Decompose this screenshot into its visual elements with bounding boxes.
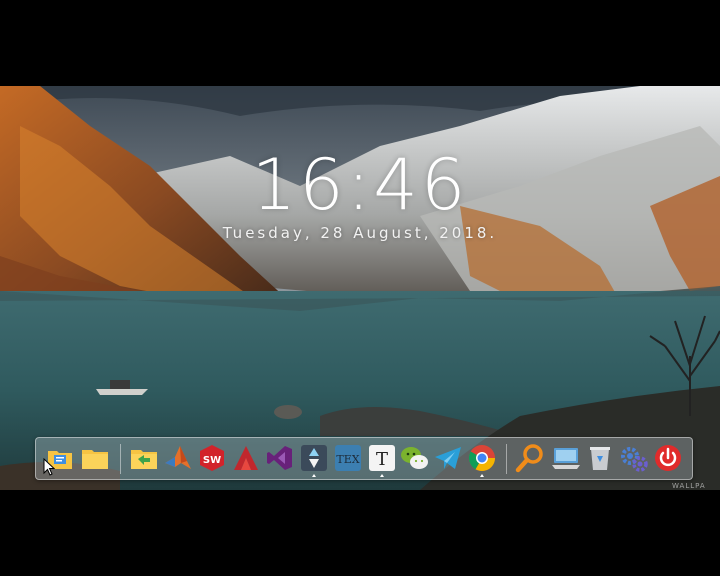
folder-icon[interactable] [79,442,111,474]
visual-studio-icon[interactable] [264,442,296,474]
wallpaper-watermark: WALLPA [672,482,706,490]
chrome-icon[interactable] [466,442,498,477]
computer-icon[interactable] [550,442,582,474]
typora-icon[interactable] [298,442,330,477]
clock-time: 16:46 [251,144,469,226]
text-editor-icon[interactable]: T [366,442,398,477]
search-icon[interactable] [514,442,546,474]
solidworks-icon[interactable]: SW [196,442,228,474]
running-indicator [312,474,316,477]
recycle-bin-icon[interactable] [584,442,616,474]
mouse-cursor [43,458,55,476]
autocad-icon[interactable] [230,442,262,474]
settings-gears-icon[interactable] [618,442,650,474]
dock-separator [506,444,507,474]
wechat-icon[interactable] [398,442,430,474]
tex-icon[interactable]: TEX [332,442,364,474]
telegram-icon[interactable] [432,442,464,474]
solidworks-label: SW [203,455,221,466]
matlab-icon[interactable] [162,442,194,474]
tex-label: TEX [336,453,359,466]
folder-green-icon[interactable] [128,442,160,474]
dock-separator [120,444,121,474]
desktop-wallpaper: 16:46 Tuesday, 28 August, 2018. [0,86,720,490]
running-indicator [480,474,484,477]
power-icon[interactable] [652,442,684,474]
dock-taskbar: SW TEX T [35,437,693,480]
clock-date: Tuesday, 28 August, 2018. [222,224,498,242]
text-editor-label: T [376,449,388,470]
running-indicator [380,474,384,477]
